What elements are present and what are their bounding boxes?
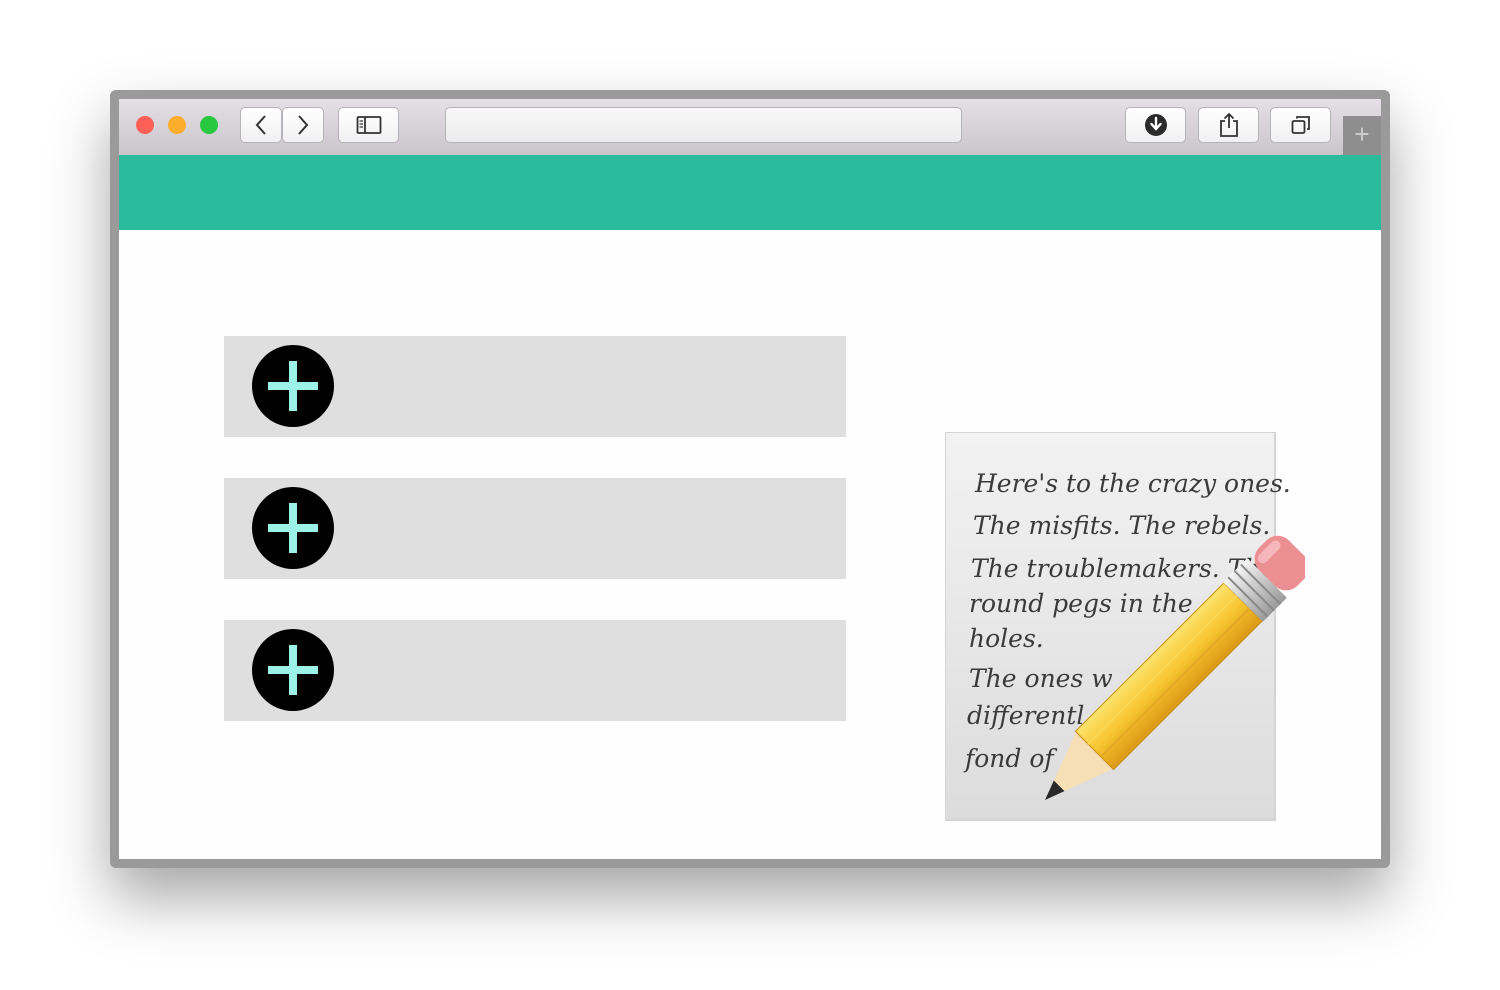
list-item[interactable] <box>224 478 846 579</box>
sidebar-toggle-button[interactable] <box>338 107 399 143</box>
sidebar-icon <box>356 116 381 134</box>
address-bar[interactable] <box>445 107 962 143</box>
page-header-bar <box>119 155 1381 230</box>
forward-chevron-icon <box>298 115 309 135</box>
back-button[interactable] <box>240 107 282 143</box>
memo-pencil-icon: Here's to the crazy ones. The misfits. T… <box>945 432 1305 821</box>
new-tab-button[interactable]: + <box>1343 116 1381 155</box>
list-item[interactable] <box>224 620 846 721</box>
add-circle-icon[interactable] <box>252 629 334 711</box>
handwriting-line: fond of <box>963 744 1057 773</box>
share-icon <box>1219 112 1238 137</box>
forward-button[interactable] <box>282 107 324 143</box>
browser-window: + Here's to the crazy ones. The misfits.… <box>110 90 1390 868</box>
minimize-window-button[interactable] <box>168 116 186 134</box>
handwriting-line: holes. <box>969 624 1044 653</box>
back-chevron-icon <box>255 115 266 135</box>
list-item[interactable] <box>224 336 846 437</box>
browser-viewport: + Here's to the crazy ones. The misfits.… <box>119 99 1381 859</box>
close-window-button[interactable] <box>136 116 154 134</box>
handwriting-line: The misfits. The rebels. <box>973 511 1270 540</box>
handwriting-line: round pegs in the <box>969 589 1193 618</box>
browser-toolbar: + <box>119 99 1381 156</box>
download-icon <box>1144 114 1167 136</box>
zoom-window-button[interactable] <box>200 116 218 134</box>
add-circle-icon[interactable] <box>252 345 334 427</box>
handwriting-line: Here's to the crazy ones. <box>974 469 1291 498</box>
downloads-button[interactable] <box>1125 107 1186 143</box>
page-content: Here's to the crazy ones. The misfits. T… <box>119 230 1381 859</box>
add-circle-icon[interactable] <box>252 487 334 569</box>
tab-overview-button[interactable] <box>1270 107 1331 143</box>
tabs-overview-icon <box>1291 116 1310 134</box>
share-button[interactable] <box>1198 107 1259 143</box>
handwriting-line: differentl <box>967 701 1084 730</box>
handwriting-line: The ones w <box>969 664 1113 693</box>
